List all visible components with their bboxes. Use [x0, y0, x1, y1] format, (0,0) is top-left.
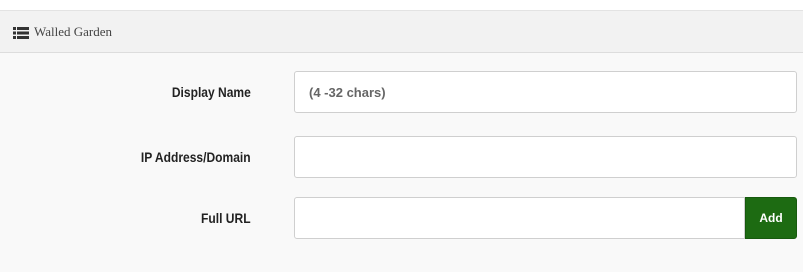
add-button[interactable]: Add: [745, 197, 797, 239]
panel-body: Display Name IP Address/Domain Full URL …: [0, 53, 803, 272]
ip-address-domain-label: IP Address/Domain: [141, 149, 251, 165]
full-url-row: Full URL Add: [0, 197, 803, 239]
ip-address-domain-row: IP Address/Domain: [0, 136, 803, 178]
panel-header: Walled Garden: [0, 11, 803, 53]
display-name-input[interactable]: [294, 71, 797, 113]
walled-garden-panel: Walled Garden Display Name IP Address/Do…: [0, 10, 803, 272]
list-icon: [13, 26, 29, 39]
display-name-label: Display Name: [172, 84, 251, 100]
full-url-label: Full URL: [201, 210, 251, 226]
display-name-row: Display Name: [0, 71, 803, 113]
ip-address-domain-input[interactable]: [294, 136, 797, 178]
full-url-input[interactable]: [294, 197, 745, 239]
panel-title: Walled Garden: [34, 23, 112, 39]
